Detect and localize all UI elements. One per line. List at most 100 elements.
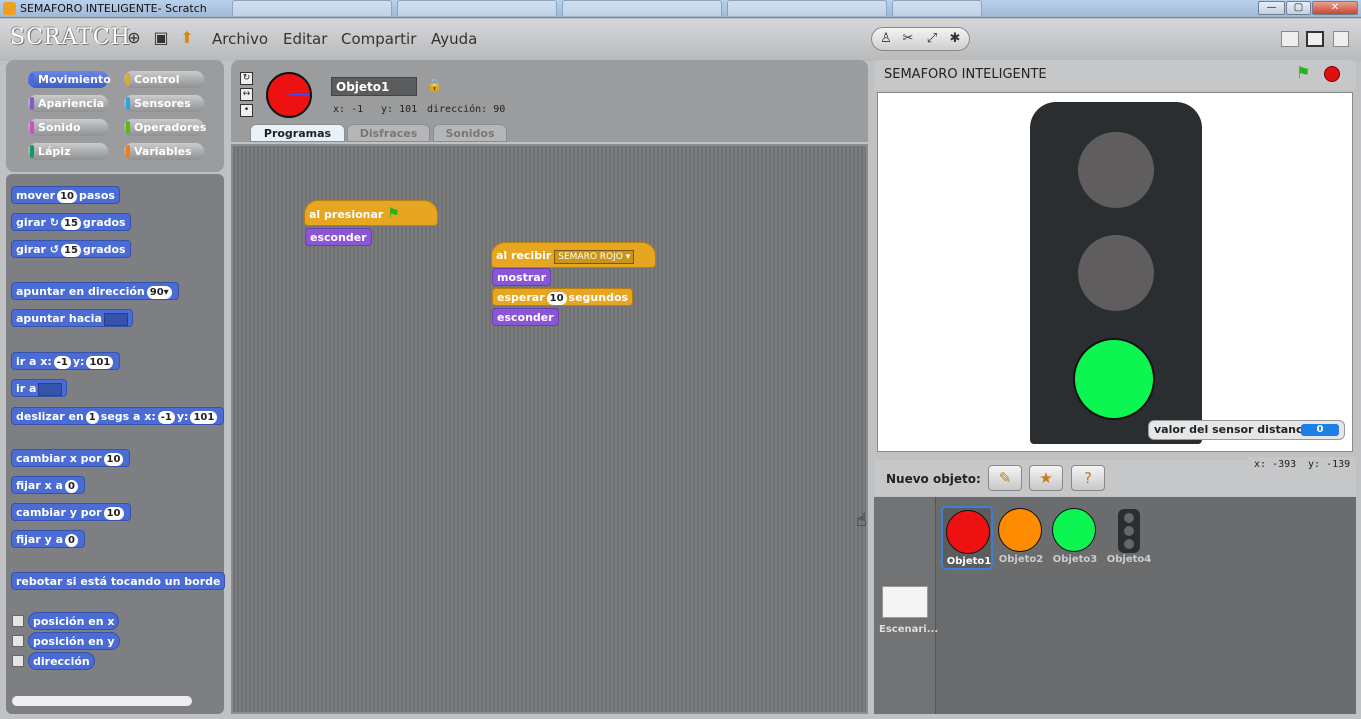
grow-icon[interactable]: ⤢ (922, 30, 942, 48)
browser-tab[interactable] (727, 0, 887, 16)
stage-thumbnail (882, 586, 928, 618)
tab-disfraces[interactable]: Disfraces (347, 124, 430, 142)
block-apuntar-direccion[interactable]: apuntar en dirección 90▾ (11, 282, 179, 300)
block-ir-a-xy[interactable]: ir a x: -1 y: 101 (11, 352, 121, 370)
window-title: SEMAFORO INTELIGENTE- Scratch (20, 2, 207, 15)
lock-icon[interactable]: 🔒 (427, 79, 442, 92)
dropdown[interactable] (38, 382, 63, 396)
tab-sonidos[interactable]: Sonidos (433, 124, 507, 142)
reporter-direccion[interactable]: dirección (28, 652, 95, 670)
block-girar-izquierda[interactable]: girar ↺ 15 grados (11, 240, 131, 258)
menu-bar (0, 19, 1361, 61)
block-fijar-y[interactable]: fijar y a0 (11, 530, 85, 548)
paint-sprite-button[interactable]: ✎ (988, 465, 1022, 491)
checkbox-direccion[interactable] (12, 655, 24, 667)
sprite-slot-objeto2[interactable]: Objeto2 (995, 506, 1047, 570)
stage-tools: ♙ ✂ ⤢ ✱ (871, 27, 970, 51)
reporter-posy[interactable]: posición en y (28, 632, 120, 650)
sensor-monitor[interactable]: valor del sensor distancia 0 (1148, 420, 1345, 440)
block-esperar[interactable]: esperar 10 segundos (492, 288, 634, 306)
category-variables[interactable]: Variables (124, 143, 204, 160)
message-dropdown[interactable]: SEMARO ROJO ▾ (554, 250, 635, 264)
random-sprite-button[interactable]: ? (1071, 465, 1105, 491)
paint-star-icon: ✎ (998, 469, 1012, 487)
sprite-slot-objeto1[interactable]: Objeto1 (941, 506, 993, 570)
tab-programas[interactable]: Programas (250, 124, 345, 142)
block-apuntar-hacia[interactable]: apuntar hacia (11, 309, 133, 327)
menu-ayuda[interactable]: Ayuda (431, 30, 477, 48)
block-esconder[interactable]: esconder (492, 308, 559, 326)
block-cambiar-y[interactable]: cambiar y por 10 (11, 503, 131, 521)
hat-when-receive[interactable]: al recibir SEMARO ROJO ▾ (491, 242, 656, 268)
block-mover[interactable]: mover 10 pasos (11, 186, 120, 204)
category-apariencia[interactable]: Apariencia (28, 95, 108, 112)
palette-scrollbar[interactable] (12, 696, 192, 706)
menu-compartir[interactable]: Compartir (341, 30, 416, 48)
checkbox-posx[interactable] (12, 615, 24, 627)
block-esconder[interactable]: esconder (305, 228, 372, 246)
duplicate-icon[interactable]: ♙ (876, 30, 896, 48)
save-icon[interactable]: ▣ (151, 28, 171, 48)
new-object-label: Nuevo objeto: (886, 472, 981, 486)
browser-tab[interactable] (892, 0, 982, 16)
red-lamp (1078, 132, 1154, 208)
block-girar-derecha[interactable]: girar ↻ 15 grados (11, 213, 131, 231)
sprite-x-readout: x: -1 (333, 104, 364, 115)
sprite-slot-objeto4[interactable]: Objeto4 (1103, 506, 1155, 570)
menu-archivo[interactable]: Archivo (212, 30, 268, 48)
block-ir-a[interactable]: ir a (11, 379, 68, 397)
close-button[interactable]: ✕ (1312, 1, 1358, 15)
reporter-posx[interactable]: posición en x (28, 612, 120, 630)
normal-stage-icon[interactable] (1306, 31, 1324, 47)
stop-icon[interactable] (1324, 66, 1340, 82)
open-sprite-button[interactable]: ★ (1029, 465, 1063, 491)
shrink-icon[interactable]: ✱ (945, 30, 965, 48)
sprite-thumb (1118, 509, 1140, 553)
sprite-name-field[interactable]: Objeto1 (331, 77, 417, 96)
sprite-slot-objeto3[interactable]: Objeto3 (1049, 506, 1101, 570)
block-deslizar[interactable]: deslizar en 1 segs a x: -1 y: 101 (11, 407, 225, 425)
green-lamp (1073, 338, 1155, 420)
project-title: SEMAFORO INTELIGENTE (884, 67, 1047, 82)
browser-tab[interactable] (397, 0, 557, 16)
category-operadores[interactable]: Operadores (124, 119, 206, 136)
menu-editar[interactable]: Editar (283, 30, 327, 48)
block-mostrar[interactable]: mostrar (492, 268, 552, 286)
block-fijar-x[interactable]: fijar x a0 (11, 476, 85, 494)
category-lapiz[interactable]: Lápiz (28, 143, 108, 160)
sensor-value: 0 (1301, 424, 1339, 436)
category-control[interactable]: Control (124, 71, 204, 88)
block-rebotar[interactable]: rebotar si está tocando un borde (11, 572, 226, 590)
presentation-mode-icon[interactable] (1333, 31, 1349, 47)
checkbox-posy[interactable] (12, 635, 24, 647)
green-flag-icon[interactable]: ⚑ (1296, 63, 1310, 82)
share-icon[interactable]: ⬆ (177, 28, 197, 48)
traffic-light-sprite[interactable] (1030, 102, 1202, 444)
sprite-y-readout: y: 101 (381, 104, 418, 115)
hat-when-flag-clicked[interactable]: al presionar ⚑ (304, 200, 438, 226)
maximize-button[interactable]: ▢ (1286, 1, 1311, 15)
category-sensores[interactable]: Sensores (124, 95, 204, 112)
minimize-button[interactable]: — (1258, 1, 1285, 15)
green-flag-icon: ⚑ (387, 206, 400, 222)
block-cambiar-x[interactable]: cambiar x por 10 (11, 449, 131, 467)
question-star-icon: ? (1084, 469, 1092, 487)
flip-mode-icon[interactable]: ↔ (240, 88, 253, 101)
rotate-right-icon: ↻ (49, 216, 59, 229)
stage-slot[interactable]: Escenari... (874, 497, 938, 714)
direction-indicator[interactable] (290, 94, 310, 95)
no-rotate-icon[interactable]: • (240, 104, 253, 117)
rotate-mode-icon[interactable]: ↻ (240, 72, 253, 85)
delete-icon[interactable]: ✂ (898, 30, 918, 48)
category-sonido[interactable]: Sonido (28, 119, 108, 136)
browser-tab[interactable] (562, 0, 722, 16)
sprite-thumbnail (266, 72, 312, 118)
small-stage-icon[interactable] (1281, 31, 1299, 47)
globe-icon[interactable]: ⊕ (124, 28, 144, 48)
sprite-thumb (998, 508, 1042, 552)
category-movimiento[interactable]: Movimiento (28, 71, 111, 88)
browser-tab[interactable] (232, 0, 392, 16)
yellow-lamp (1078, 235, 1154, 311)
dropdown[interactable] (103, 312, 128, 326)
window-titlebar: SEMAFORO INTELIGENTE- Scratch — ▢ ✕ (0, 0, 1361, 18)
